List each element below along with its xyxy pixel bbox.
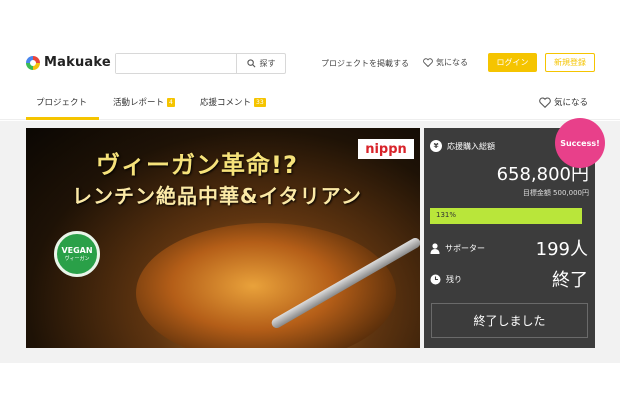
top-bar: Makuake 探す プロジェクトを掲載する 気になる ログイン 新規登録 bbox=[0, 40, 620, 86]
project-hero-image: ヴィーガン革命!? レンチン絶品中華&イタリアン nippn VEGAN ヴィー… bbox=[26, 128, 420, 348]
remaining-value: 終了 bbox=[552, 270, 588, 291]
heart-icon bbox=[539, 96, 551, 108]
tab-comments-label: 応援コメント bbox=[200, 98, 252, 108]
hero-title-line1: ヴィーガン革命!? bbox=[96, 151, 298, 179]
tab-comments[interactable]: 応援コメント 33 bbox=[200, 96, 266, 108]
heart-icon bbox=[423, 58, 433, 67]
food-photo bbox=[136, 223, 396, 348]
tab-activity-label: 活動レポート bbox=[113, 98, 165, 108]
tab-activity-report[interactable]: 活動レポート 4 bbox=[113, 96, 175, 108]
login-button[interactable]: ログイン bbox=[488, 53, 537, 72]
clock-icon bbox=[430, 274, 441, 285]
favorite-label: 気になる bbox=[554, 98, 589, 108]
active-tab-indicator bbox=[26, 117, 99, 120]
makuake-logo[interactable]: Makuake bbox=[26, 55, 111, 70]
vegan-certified-badge: VEGAN ヴィーガン bbox=[54, 231, 100, 277]
progress-percent: 131% bbox=[436, 211, 457, 219]
remaining-label-row: 残り bbox=[430, 274, 462, 285]
tab-project-label: プロジェクト bbox=[36, 98, 88, 108]
vegan-badge-main: VEGAN bbox=[61, 246, 93, 255]
search-input[interactable] bbox=[116, 54, 236, 73]
brand-name: Makuake bbox=[44, 55, 111, 70]
vegan-badge-sub: ヴィーガン bbox=[64, 256, 90, 262]
post-project-link[interactable]: プロジェクトを掲載する bbox=[321, 58, 409, 69]
search-box: 探す bbox=[115, 53, 286, 74]
logo-mark-icon bbox=[26, 55, 40, 70]
comments-count-badge: 33 bbox=[254, 97, 266, 107]
total-label-row: ¥ 応援購入総額 bbox=[430, 140, 495, 152]
supporters-count: 199人 bbox=[535, 239, 588, 260]
nippn-logo: nippn bbox=[358, 139, 414, 159]
supporters-label-row: サポーター bbox=[430, 243, 485, 254]
search-button[interactable]: 探す bbox=[236, 54, 285, 73]
person-icon bbox=[430, 243, 440, 254]
favorites-link[interactable]: 気になる bbox=[423, 57, 468, 68]
activity-count-badge: 4 bbox=[167, 97, 175, 107]
total-label: 応援購入総額 bbox=[447, 141, 495, 151]
search-icon bbox=[246, 59, 255, 68]
favorite-button[interactable]: 気になる bbox=[539, 96, 588, 108]
project-tabs: プロジェクト 活動レポート 4 応援コメント 33 気になる bbox=[0, 86, 620, 120]
success-badge: Success! bbox=[557, 120, 603, 166]
progress-bar: 131% bbox=[430, 208, 582, 224]
hero-title-line2: レンチン絶品中華&イタリアン bbox=[72, 184, 362, 208]
search-button-label: 探す bbox=[259, 59, 276, 68]
yen-icon: ¥ bbox=[430, 140, 442, 152]
favorites-label: 気になる bbox=[436, 58, 468, 67]
remaining-label: 残り bbox=[446, 275, 462, 284]
target-amount: 目標金額 500,000円 bbox=[522, 189, 589, 197]
supporters-label: サポーター bbox=[445, 244, 485, 253]
tab-project[interactable]: プロジェクト bbox=[36, 96, 87, 108]
signup-button[interactable]: 新規登録 bbox=[545, 53, 595, 72]
ended-status-button[interactable]: 終了しました bbox=[431, 303, 588, 338]
